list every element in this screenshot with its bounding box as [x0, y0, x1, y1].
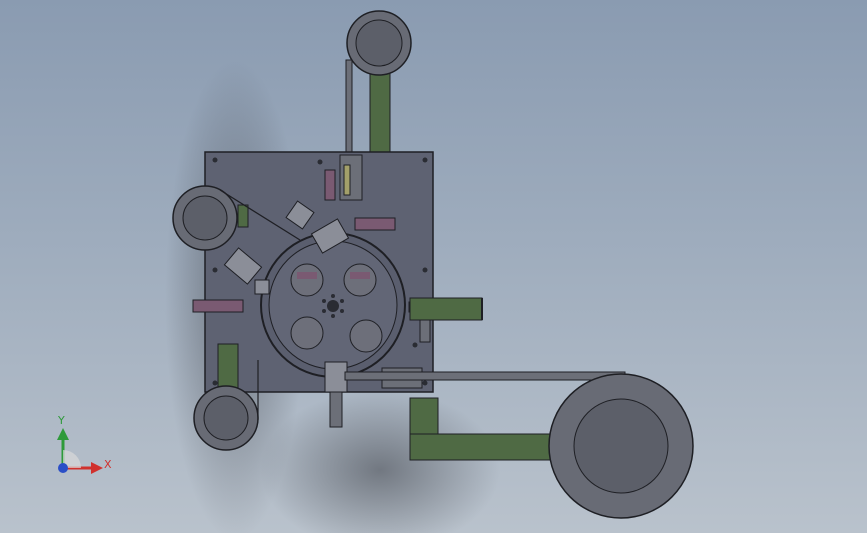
- rotary-dial-table[interactable]: [260, 232, 406, 378]
- machine-drawing: [57, 10, 694, 533]
- triad-x-label: X: [104, 458, 112, 471]
- triad-y-label: Y: [58, 414, 65, 427]
- coordinate-triad: [57, 428, 103, 474]
- right-outlet-chute[interactable]: [409, 297, 483, 321]
- top-reel-assembly[interactable]: [345, 10, 412, 161]
- cad-viewport[interactable]: Y X: [0, 0, 867, 533]
- large-take-up-reel[interactable]: [548, 373, 694, 519]
